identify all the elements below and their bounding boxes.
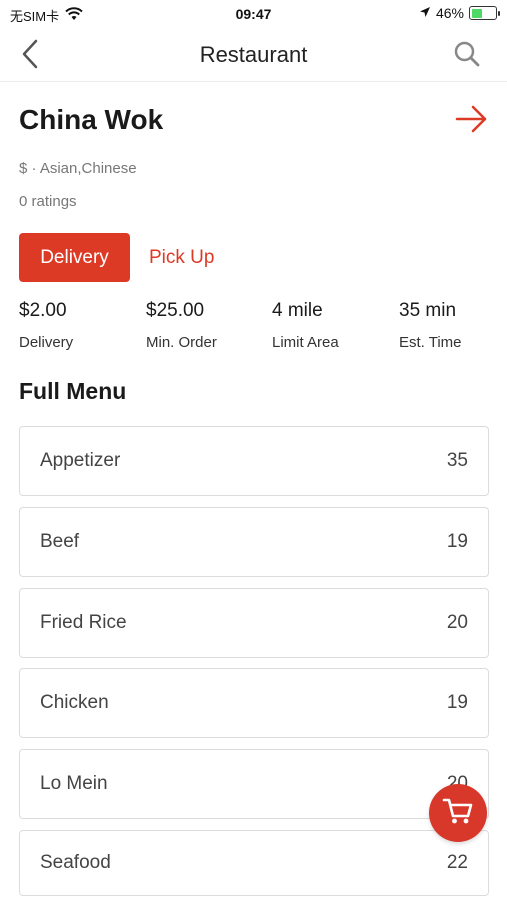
- menu-category-count: 19: [446, 531, 468, 552]
- status-right: 46%: [419, 5, 500, 21]
- pickup-button[interactable]: Pick Up: [149, 233, 214, 282]
- restaurant-details-button[interactable]: [455, 104, 489, 134]
- shopping-cart-icon: [442, 796, 474, 831]
- battery-percent: 46%: [435, 5, 464, 21]
- battery-icon: [469, 6, 500, 20]
- full-menu-title: Full Menu: [19, 378, 127, 404]
- menu-category-appetizer[interactable]: Appetizer 35: [19, 426, 489, 496]
- menu-category-name: Chicken: [40, 692, 109, 713]
- stat-label: Delivery: [19, 334, 74, 351]
- menu-category-count: 20: [446, 612, 468, 633]
- menu-category-name: Fried Rice: [40, 612, 127, 633]
- stat-limit-area: 4 mile Limit Area: [272, 300, 339, 351]
- arrow-right-icon: [455, 105, 489, 138]
- stat-label: Min. Order: [146, 334, 217, 351]
- menu-category-fried-rice[interactable]: Fried Rice 20: [19, 588, 489, 658]
- price-cuisine: $ · Asian,Chinese: [19, 160, 137, 177]
- stat-value: $2.00: [19, 300, 67, 321]
- menu-category-count: 35: [446, 450, 468, 471]
- menu-category-name: Lo Mein: [40, 773, 108, 794]
- menu-category-lo-mein[interactable]: Lo Mein 20: [19, 749, 489, 819]
- stat-value: 4 mile: [272, 300, 323, 321]
- cart-button[interactable]: [429, 784, 487, 842]
- menu-category-seafood[interactable]: Seafood 22: [19, 830, 489, 896]
- location-arrow-icon: [419, 5, 431, 21]
- battery-fill: [471, 8, 483, 18]
- menu-category-count: 22: [446, 852, 468, 873]
- menu-category-count: 19: [446, 692, 468, 713]
- stat-label: Est. Time: [399, 334, 462, 351]
- page-title: Restaurant: [199, 42, 308, 67]
- menu-category-name: Seafood: [40, 852, 111, 873]
- menu-category-chicken[interactable]: Chicken 19: [19, 668, 489, 738]
- menu-category-name: Beef: [40, 531, 80, 552]
- search-icon: [453, 40, 481, 73]
- ratings-count: 0 ratings: [19, 193, 77, 210]
- stat-est-time: 35 min Est. Time: [399, 300, 462, 351]
- menu-category-name: Appetizer: [40, 450, 121, 471]
- stat-label: Limit Area: [272, 334, 339, 351]
- delivery-button[interactable]: Delivery: [19, 233, 130, 282]
- menu-category-beef[interactable]: Beef 19: [19, 507, 489, 577]
- search-button[interactable]: [451, 40, 483, 72]
- restaurant-name: China Wok: [19, 104, 164, 135]
- stat-value: 35 min: [399, 300, 457, 321]
- order-stats: $2.00 Delivery $25.00 Min. Order 4 mile …: [19, 300, 499, 360]
- stat-min-order: $25.00 Min. Order: [146, 300, 217, 351]
- status-bar: 无SIM卡 09:47 46%: [0, 0, 507, 30]
- nav-bar: Restaurant: [0, 30, 507, 82]
- stat-delivery-fee: $2.00 Delivery: [19, 300, 73, 351]
- stat-value: $25.00: [146, 300, 205, 321]
